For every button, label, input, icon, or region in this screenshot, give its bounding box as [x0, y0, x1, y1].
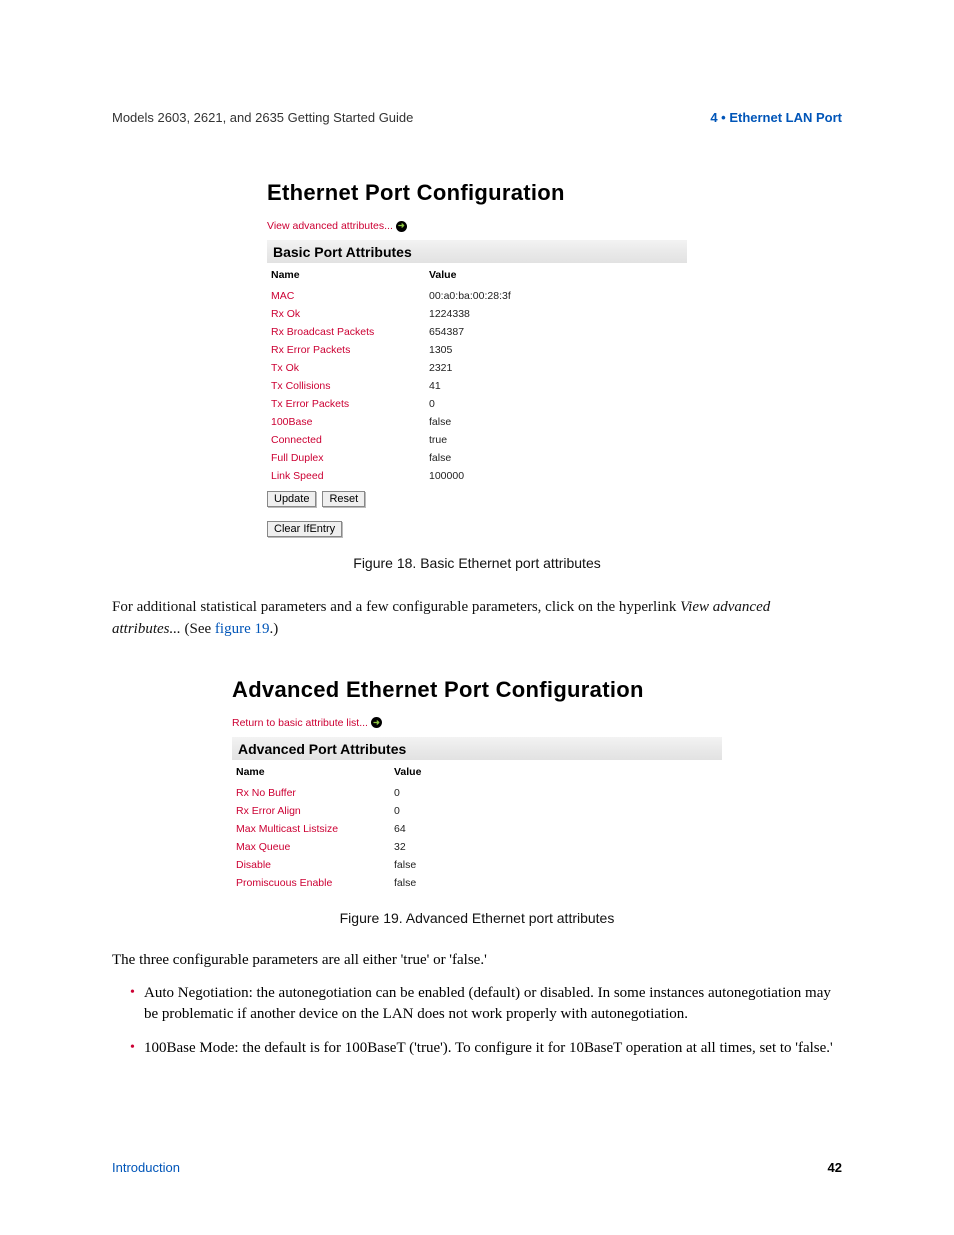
attr-name[interactable]: Max Multicast Listsize: [232, 820, 390, 838]
attr-value: false: [425, 413, 687, 431]
attr-value: 1224338: [425, 305, 687, 323]
attr-name[interactable]: Disable: [232, 856, 390, 874]
attr-value: 654387: [425, 323, 687, 341]
basic-port-attributes-table: Name Value MAC00:a0:ba:00:28:3f Rx Ok122…: [267, 263, 687, 485]
advanced-port-attributes-table: Name Value Rx No Buffer0 Rx Error Align0…: [232, 760, 722, 892]
attr-value: 41: [425, 377, 687, 395]
col-value: Value: [390, 760, 722, 784]
basic-port-attributes-bar: Basic Port Attributes: [267, 240, 687, 263]
attr-name[interactable]: Link Speed: [267, 467, 425, 485]
col-name: Name: [267, 263, 425, 287]
table-row: Rx Broadcast Packets654387: [267, 323, 687, 341]
attr-name[interactable]: Connected: [267, 431, 425, 449]
go-arrow-icon: ➜: [396, 221, 407, 232]
footer-page-number: 42: [828, 1160, 842, 1175]
para1-lead: For additional statistical parameters an…: [112, 599, 680, 615]
attr-name[interactable]: MAC: [267, 287, 425, 305]
table-header-row: Name Value: [232, 760, 722, 784]
attr-name[interactable]: Rx Ok: [267, 305, 425, 323]
body-paragraph-1: For additional statistical parameters an…: [112, 597, 842, 641]
attr-name[interactable]: 100Base: [267, 413, 425, 431]
view-advanced-link-text: View advanced attributes...: [267, 220, 393, 232]
figure-19-title: Advanced Ethernet Port Configuration: [232, 677, 722, 703]
attr-value: false: [425, 449, 687, 467]
attr-value: true: [425, 431, 687, 449]
table-row: Link Speed100000: [267, 467, 687, 485]
attr-value: 64: [390, 820, 722, 838]
attr-name[interactable]: Max Queue: [232, 838, 390, 856]
table-row: Rx No Buffer0: [232, 784, 722, 802]
list-item: 100Base Mode: the default is for 100Base…: [130, 1038, 842, 1060]
attr-value: 100000: [425, 467, 687, 485]
table-row: Disablefalse: [232, 856, 722, 874]
clear-ifentry-button[interactable]: Clear IfEntry: [267, 521, 342, 537]
attr-value: 0: [425, 395, 687, 413]
table-row: Rx Error Align0: [232, 802, 722, 820]
header-guide-title: Models 2603, 2621, and 2635 Getting Star…: [112, 110, 413, 125]
bullet-list: Auto Negotiation: the autonegotiation ca…: [112, 983, 842, 1060]
footer-section: Introduction: [112, 1160, 180, 1175]
attr-name[interactable]: Rx Broadcast Packets: [267, 323, 425, 341]
page: Models 2603, 2621, and 2635 Getting Star…: [0, 0, 954, 1235]
table-row: Connectedtrue: [267, 431, 687, 449]
table-row: Tx Error Packets0: [267, 395, 687, 413]
attr-value: 00:a0:ba:00:28:3f: [425, 287, 687, 305]
list-item: Auto Negotiation: the autonegotiation ca…: [130, 983, 842, 1027]
update-button[interactable]: Update: [267, 491, 316, 507]
table-row: Promiscuous Enablefalse: [232, 874, 722, 892]
attr-value: 2321: [425, 359, 687, 377]
table-row: 100Basefalse: [267, 413, 687, 431]
table-row: Rx Error Packets1305: [267, 341, 687, 359]
header-chapter: 4 • Ethernet LAN Port: [710, 110, 842, 125]
figure-19-reference[interactable]: figure 19: [215, 621, 270, 637]
page-footer: Introduction 42: [112, 1160, 842, 1175]
reset-button[interactable]: Reset: [322, 491, 365, 507]
figure-18-block: Ethernet Port Configuration View advance…: [267, 180, 687, 537]
attr-name[interactable]: Tx Collisions: [267, 377, 425, 395]
col-name: Name: [232, 760, 390, 784]
return-basic-link[interactable]: Return to basic attribute list... ➜: [232, 717, 722, 729]
figure-19-caption: Figure 19. Advanced Ethernet port attrib…: [112, 910, 842, 926]
body-paragraph-2: The three configurable parameters are al…: [112, 952, 842, 969]
button-row-2: Clear IfEntry: [267, 521, 687, 537]
attr-value: 0: [390, 802, 722, 820]
table-row: MAC00:a0:ba:00:28:3f: [267, 287, 687, 305]
attr-value: 0: [390, 784, 722, 802]
figure-18-caption: Figure 18. Basic Ethernet port attribute…: [112, 555, 842, 571]
attr-value: 32: [390, 838, 722, 856]
table-row: Tx Collisions41: [267, 377, 687, 395]
table-row: Tx Ok2321: [267, 359, 687, 377]
figure-18-title: Ethernet Port Configuration: [267, 180, 687, 206]
attr-name[interactable]: Rx No Buffer: [232, 784, 390, 802]
table-row: Max Multicast Listsize64: [232, 820, 722, 838]
page-header: Models 2603, 2621, and 2635 Getting Star…: [112, 110, 842, 125]
attr-name[interactable]: Full Duplex: [267, 449, 425, 467]
go-arrow-icon: ➜: [371, 717, 382, 728]
table-row: Max Queue32: [232, 838, 722, 856]
attr-value: false: [390, 856, 722, 874]
figure-19-block: Advanced Ethernet Port Configuration Ret…: [232, 677, 722, 892]
attr-name[interactable]: Tx Ok: [267, 359, 425, 377]
table-row: Full Duplexfalse: [267, 449, 687, 467]
table-row: Rx Ok1224338: [267, 305, 687, 323]
return-basic-link-text: Return to basic attribute list...: [232, 717, 368, 729]
col-value: Value: [425, 263, 687, 287]
table-header-row: Name Value: [267, 263, 687, 287]
button-row-1: Update Reset: [267, 491, 687, 507]
advanced-port-attributes-bar: Advanced Port Attributes: [232, 737, 722, 760]
attr-name[interactable]: Promiscuous Enable: [232, 874, 390, 892]
view-advanced-link[interactable]: View advanced attributes... ➜: [267, 220, 687, 232]
para1-tail2: .): [270, 621, 279, 637]
attr-name[interactable]: Rx Error Packets: [267, 341, 425, 359]
para1-tail1: (See: [181, 621, 215, 637]
attr-name[interactable]: Tx Error Packets: [267, 395, 425, 413]
attr-value: false: [390, 874, 722, 892]
attr-name[interactable]: Rx Error Align: [232, 802, 390, 820]
attr-value: 1305: [425, 341, 687, 359]
